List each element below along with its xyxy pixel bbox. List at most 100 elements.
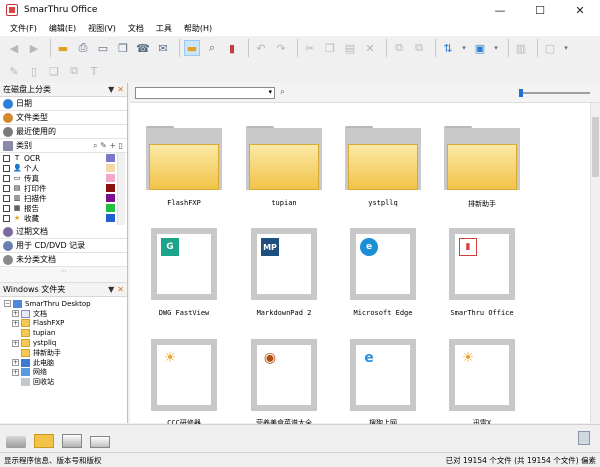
layout-dropdown-icon[interactable]: ▾ <box>562 40 570 56</box>
category-item[interactable]: ▭ 传真 <box>0 173 127 183</box>
redo-icon[interactable]: ↷ <box>273 40 289 56</box>
file-item[interactable]: ☀ <box>449 339 515 411</box>
close-button[interactable]: ✕ <box>560 0 600 20</box>
category-item[interactable]: ▤ 打印件 <box>0 183 127 193</box>
scan-icon[interactable]: ▭ <box>95 40 111 56</box>
tree-expander[interactable]: + <box>12 368 19 376</box>
edit-category-icon[interactable]: ✎ <box>100 141 107 150</box>
tree-expander[interactable]: − <box>4 300 11 308</box>
chevron-down-icon[interactable]: ▾ <box>268 88 272 96</box>
folder-icon[interactable] <box>34 433 54 448</box>
menu-document[interactable]: 文档 <box>128 23 144 34</box>
scrollbar-thumb[interactable] <box>592 117 599 177</box>
category-checkbox[interactable] <box>3 174 10 182</box>
file-item[interactable]: MP <box>251 228 317 300</box>
tree-item[interactable]: + 网络 <box>4 368 127 378</box>
add-category-icon[interactable]: + <box>109 141 116 150</box>
maximize-button[interactable]: ☐ <box>520 0 560 20</box>
menu-edit[interactable]: 编辑(E) <box>49 23 76 34</box>
category-checkbox[interactable] <box>3 204 10 212</box>
category-checkbox[interactable] <box>3 164 10 172</box>
new-window-icon[interactable]: ▥ <box>513 40 529 56</box>
tree-item[interactable]: + 文档 <box>4 309 127 319</box>
category-item[interactable]: ★ 收藏 <box>0 213 127 223</box>
file-item[interactable]: ☀ <box>151 339 217 411</box>
nav-item-filetype[interactable]: 文件类型 <box>0 111 127 125</box>
menu-file[interactable]: 文件(F) <box>10 23 37 34</box>
category-item[interactable]: ▦ 报告 <box>0 203 127 213</box>
category-checkbox[interactable] <box>3 214 10 222</box>
nav-item-cd-dvd[interactable]: 用于 CD/DVD 记录 <box>0 239 127 253</box>
category-item[interactable]: 👤 个人 <box>0 163 127 173</box>
delete-icon[interactable]: ✕ <box>362 40 378 56</box>
menu-help[interactable]: 帮助(H) <box>184 23 212 34</box>
category-checkbox[interactable] <box>3 154 10 162</box>
search-icon[interactable]: ⌕ <box>204 40 220 56</box>
stack-icon[interactable]: ❏ <box>46 63 62 79</box>
menu-tools[interactable]: 工具 <box>156 23 172 34</box>
page-icon[interactable]: ▯ <box>26 63 42 79</box>
nav-item-unclassified[interactable]: 未分类文档 <box>0 253 127 267</box>
back-icon[interactable]: ◀ <box>6 40 22 56</box>
edit-icon[interactable]: ✎ <box>6 63 22 79</box>
view-mode-icon[interactable]: ▣ <box>472 40 488 56</box>
text-tool-icon[interactable]: T <box>86 63 102 79</box>
folder-item[interactable] <box>246 126 322 190</box>
email-icon[interactable]: ✉ <box>155 40 171 56</box>
category-checkbox[interactable] <box>3 184 10 192</box>
recycle-bin-icon[interactable] <box>578 431 590 445</box>
file-item[interactable]: e <box>350 228 416 300</box>
fax-icon[interactable]: ☎ <box>135 40 151 56</box>
open-folder-icon[interactable]: ▬ <box>55 40 71 56</box>
zoom-slider[interactable] <box>519 89 590 97</box>
collapse-icon[interactable]: ▼ <box>108 85 114 94</box>
tree-item[interactable]: + ystpllq <box>4 338 127 348</box>
close-panel-icon[interactable]: ✕ <box>117 285 124 294</box>
copy-doc-icon[interactable]: ❐ <box>115 40 131 56</box>
menu-view[interactable]: 视图(V) <box>88 23 116 34</box>
folder-item[interactable] <box>146 126 222 190</box>
sort-icon[interactable]: ⇅ <box>440 40 456 56</box>
copy-icon[interactable]: ❐ <box>322 40 338 56</box>
search-icon[interactable]: ⌕ <box>280 87 285 97</box>
forward-icon[interactable]: ▶ <box>26 40 42 56</box>
folder-item[interactable] <box>345 126 421 190</box>
tree-item[interactable]: − SmarThru Desktop <box>4 299 127 309</box>
file-item[interactable]: G <box>151 228 217 300</box>
print-icon[interactable]: ⎙ <box>75 40 91 56</box>
search-category-icon[interactable]: ⌕ <box>93 141 97 150</box>
tree-item[interactable]: 排新助手 <box>4 348 127 358</box>
tree-expander[interactable]: + <box>12 310 19 318</box>
collapse-icon[interactable]: ▼ <box>108 285 114 294</box>
view-dropdown-icon[interactable]: ▾ <box>492 40 500 56</box>
file-item[interactable]: ▮ <box>449 228 515 300</box>
file-item[interactable]: ◉ <box>251 339 317 411</box>
tree-item[interactable]: 回收站 <box>4 377 127 387</box>
tree-item[interactable]: tupian <box>4 328 127 338</box>
category-item[interactable]: T OCR <box>0 153 127 163</box>
folder-item[interactable] <box>444 126 520 190</box>
nav-item-recent[interactable]: 最近使用的 <box>0 125 127 139</box>
book-icon[interactable]: ▮ <box>224 40 240 56</box>
minimize-button[interactable]: — <box>480 0 520 20</box>
tree-expander[interactable]: + <box>12 319 19 327</box>
duplicate-icon[interactable]: ⧉ <box>66 63 82 79</box>
close-panel-icon[interactable]: ✕ <box>117 85 124 94</box>
layout-icon[interactable]: ▢ <box>542 40 558 56</box>
content-scrollbar[interactable] <box>590 103 600 423</box>
nav-item-date[interactable]: 日期 <box>0 97 127 111</box>
move-icon[interactable]: ⧉ <box>391 40 407 56</box>
folder-view-icon[interactable]: ▬ <box>184 40 200 56</box>
zoom-slider-thumb[interactable] <box>519 89 523 97</box>
tree-item[interactable]: + FlashFXP <box>4 319 127 329</box>
paste-icon[interactable]: ▤ <box>342 40 358 56</box>
tree-item[interactable]: + 此电脑 <box>4 358 127 368</box>
file-item[interactable]: e <box>350 339 416 411</box>
printer2-icon[interactable] <box>90 435 110 448</box>
category-item[interactable]: ▥ 扫描件 <box>0 193 127 203</box>
sort-dropdown-icon[interactable]: ▾ <box>460 40 468 56</box>
delete-category-icon[interactable]: ▯ <box>119 141 123 150</box>
undo-icon[interactable]: ↶ <box>253 40 269 56</box>
tree-expander[interactable]: + <box>12 339 19 347</box>
scanner-icon[interactable] <box>6 435 26 448</box>
